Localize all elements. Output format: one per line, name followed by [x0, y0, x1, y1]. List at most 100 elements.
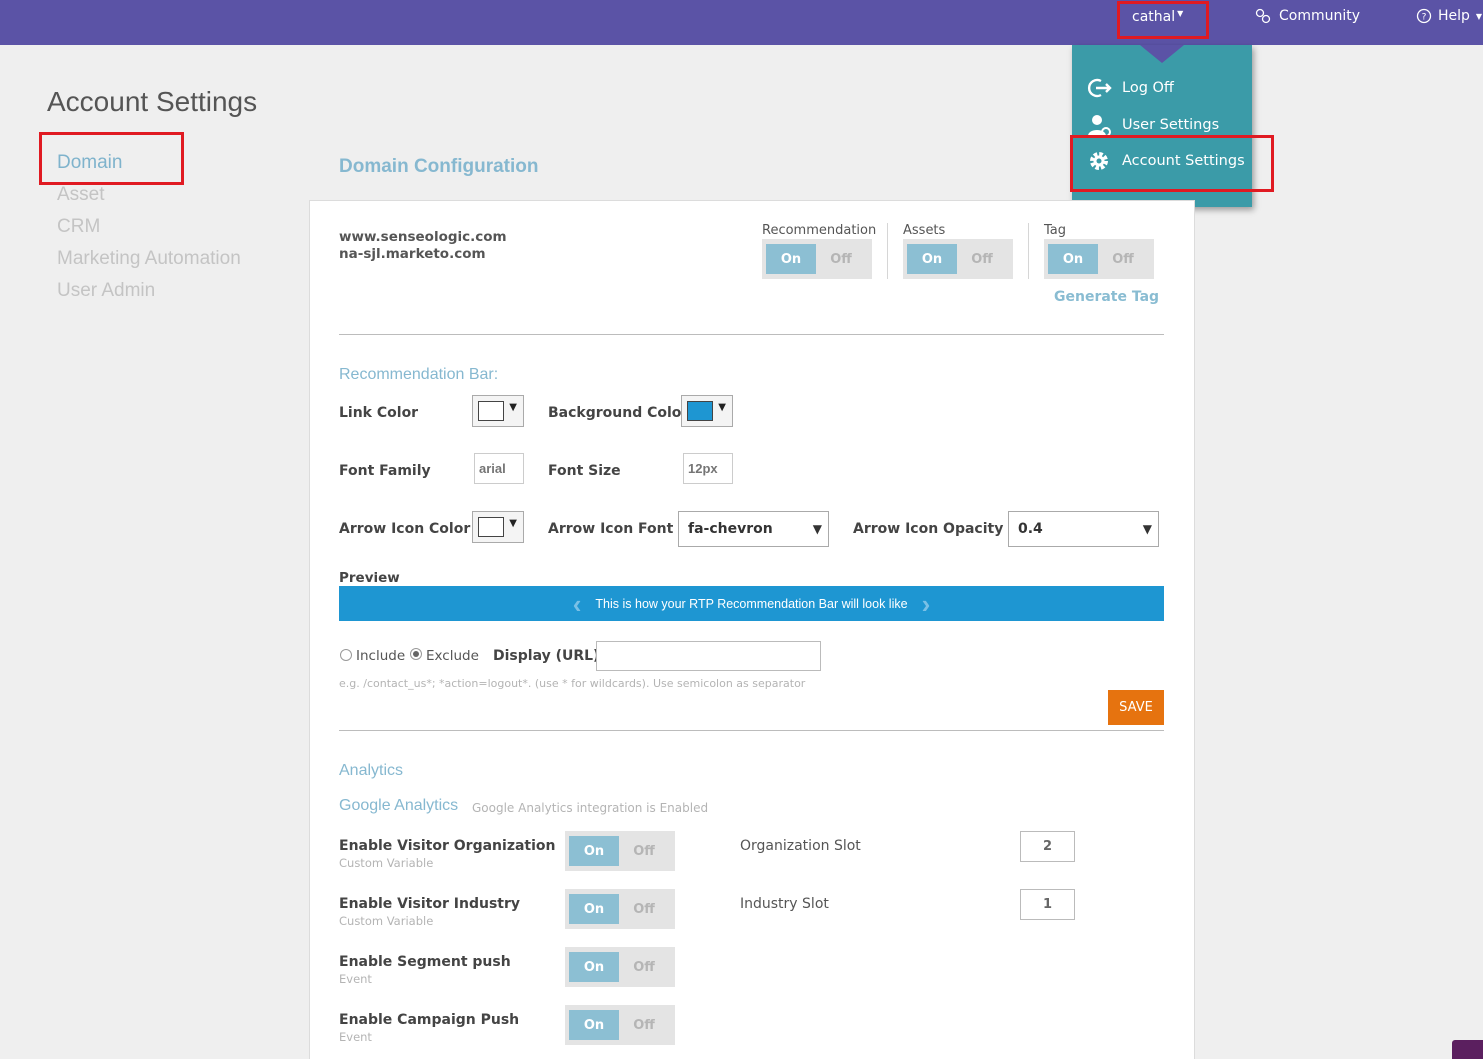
toggle-off[interactable]: Off — [1098, 244, 1148, 274]
domain-name: na-sjl.marketo.com — [339, 246, 486, 262]
toggle-on[interactable]: On — [1048, 244, 1098, 274]
toggle-off[interactable]: Off — [619, 836, 669, 866]
link-color-label: Link Color — [339, 405, 419, 421]
enable-campaign-push-label: Enable Campaign Push — [339, 1012, 520, 1028]
divider — [887, 223, 888, 279]
svg-text:?: ? — [1422, 13, 1427, 23]
community-label: Community — [1279, 8, 1361, 24]
display-url-label: Display (URL) — [493, 648, 600, 664]
toggle-off[interactable]: Off — [957, 244, 1007, 274]
dropdown-arrow-icon: ▼ — [718, 402, 726, 413]
select-value: fa-chevron — [688, 521, 773, 537]
industry-slot-label: Industry Slot — [740, 896, 829, 912]
sidebar-item-asset[interactable]: Asset — [57, 184, 105, 206]
chat-widget[interactable] — [1452, 1040, 1483, 1059]
color-swatch — [478, 517, 504, 537]
toggle-off[interactable]: Off — [619, 894, 669, 924]
chevron-right-icon: › — [921, 588, 931, 619]
dropdown-pointer — [1140, 45, 1184, 63]
toggle-on[interactable]: On — [569, 836, 619, 866]
menu-item-log-off[interactable]: Log Off — [1086, 75, 1174, 101]
visitor-industry-toggle[interactable]: On Off — [565, 889, 675, 929]
arrow-icon-opacity-label: Arrow Icon Opacity — [853, 521, 1004, 537]
exclude-radio[interactable] — [410, 648, 422, 660]
color-swatch — [687, 401, 713, 421]
recommendation-toggle-label: Recommendation — [762, 223, 877, 238]
enable-visitor-industry-label: Enable Visitor Industry — [339, 896, 520, 912]
toggle-on[interactable]: On — [907, 244, 957, 274]
row-subtitle: Custom Variable — [339, 914, 434, 928]
tag-toggle[interactable]: On Off — [1044, 239, 1154, 279]
community-icon — [1255, 8, 1271, 24]
color-swatch — [478, 401, 504, 421]
display-url-hint: e.g. /contact_us*; *action=logout*. (use… — [339, 677, 806, 690]
exclude-label: Exclude — [426, 648, 479, 664]
font-size-input[interactable] — [683, 453, 733, 484]
dropdown-arrow-icon: ▼ — [812, 522, 822, 536]
google-analytics-title: Google Analytics — [339, 797, 459, 814]
highlight-box-account-settings — [1070, 135, 1274, 192]
organization-slot-input[interactable]: 2 — [1020, 831, 1075, 862]
toggle-on[interactable]: On — [569, 894, 619, 924]
segment-push-toggle[interactable]: On Off — [565, 947, 675, 987]
domain-configuration-panel — [309, 200, 1195, 1059]
chevron-left-icon: ‹ — [572, 588, 582, 619]
industry-slot-input[interactable]: 1 — [1020, 889, 1075, 920]
save-button[interactable]: SAVE — [1108, 690, 1164, 725]
recommendation-bar-preview: ‹ This is how your RTP Recommendation Ba… — [339, 586, 1164, 621]
caret-down-icon: ▼ — [1475, 11, 1483, 21]
arrow-icon-color-picker[interactable]: ▼ — [472, 511, 524, 543]
font-size-label: Font Size — [548, 463, 621, 479]
background-color-picker[interactable]: ▼ — [681, 395, 733, 427]
divider — [1028, 223, 1029, 279]
arrow-icon-font-label: Arrow Icon Font — [548, 521, 674, 537]
help-label: Help — [1438, 8, 1470, 24]
assets-toggle-label: Assets — [903, 223, 946, 238]
google-analytics-status: Google Analytics integration is Enabled — [472, 801, 709, 815]
toggle-off[interactable]: Off — [619, 1010, 669, 1040]
enable-segment-push-label: Enable Segment push — [339, 954, 511, 970]
visitor-organization-toggle[interactable]: On Off — [565, 831, 675, 871]
analytics-heading: Analytics — [339, 762, 404, 779]
community-link[interactable]: Community — [1255, 8, 1360, 24]
campaign-push-toggle[interactable]: On Off — [565, 1005, 675, 1045]
font-family-input[interactable] — [474, 453, 524, 484]
sidebar-item-user-admin[interactable]: User Admin — [57, 280, 155, 302]
menu-item-label: User Settings — [1122, 117, 1220, 133]
menu-item-label: Log Off — [1122, 80, 1174, 96]
sidebar-item-crm[interactable]: CRM — [57, 216, 100, 238]
log-off-icon — [1088, 78, 1112, 98]
toggle-off[interactable]: Off — [816, 244, 866, 274]
arrow-icon-font-select[interactable]: fa-chevron ▼ — [678, 511, 829, 547]
include-label: Include — [356, 648, 406, 664]
include-radio[interactable] — [340, 649, 352, 661]
row-subtitle: Event — [339, 972, 372, 986]
row-subtitle: Custom Variable — [339, 856, 434, 870]
background-color-label: Background Color — [548, 405, 689, 421]
highlight-box-user — [1117, 1, 1209, 39]
font-family-label: Font Family — [339, 463, 431, 479]
assets-toggle[interactable]: On Off — [903, 239, 1013, 279]
arrow-icon-opacity-select[interactable]: 0.4 ▼ — [1008, 511, 1159, 547]
help-menu[interactable]: ? Help ▼ — [1416, 8, 1482, 24]
dropdown-arrow-icon: ▼ — [1142, 522, 1152, 536]
sidebar-item-domain[interactable]: Domain — [57, 152, 122, 174]
page-title: Account Settings — [47, 86, 258, 117]
display-url-input[interactable] — [596, 641, 821, 671]
enable-visitor-organization-label: Enable Visitor Organization — [339, 838, 556, 854]
generate-tag-link[interactable]: Generate Tag — [1054, 289, 1159, 305]
toggle-on[interactable]: On — [569, 952, 619, 982]
recommendation-bar-heading: Recommendation Bar: — [339, 366, 499, 383]
dropdown-arrow-icon: ▼ — [509, 518, 517, 529]
toggle-off[interactable]: Off — [619, 952, 669, 982]
link-color-picker[interactable]: ▼ — [472, 395, 524, 427]
toggle-on[interactable]: On — [766, 244, 816, 274]
section-title: Domain Configuration — [339, 156, 539, 177]
sidebar-item-marketing-automation[interactable]: Marketing Automation — [57, 248, 241, 270]
organization-slot-label: Organization Slot — [740, 838, 861, 854]
select-value: 0.4 — [1018, 521, 1043, 537]
recommendation-toggle[interactable]: On Off — [762, 239, 872, 279]
toggle-on[interactable]: On — [569, 1010, 619, 1040]
help-icon: ? — [1416, 8, 1432, 24]
domain-name: www.senseologic.com — [339, 229, 507, 245]
